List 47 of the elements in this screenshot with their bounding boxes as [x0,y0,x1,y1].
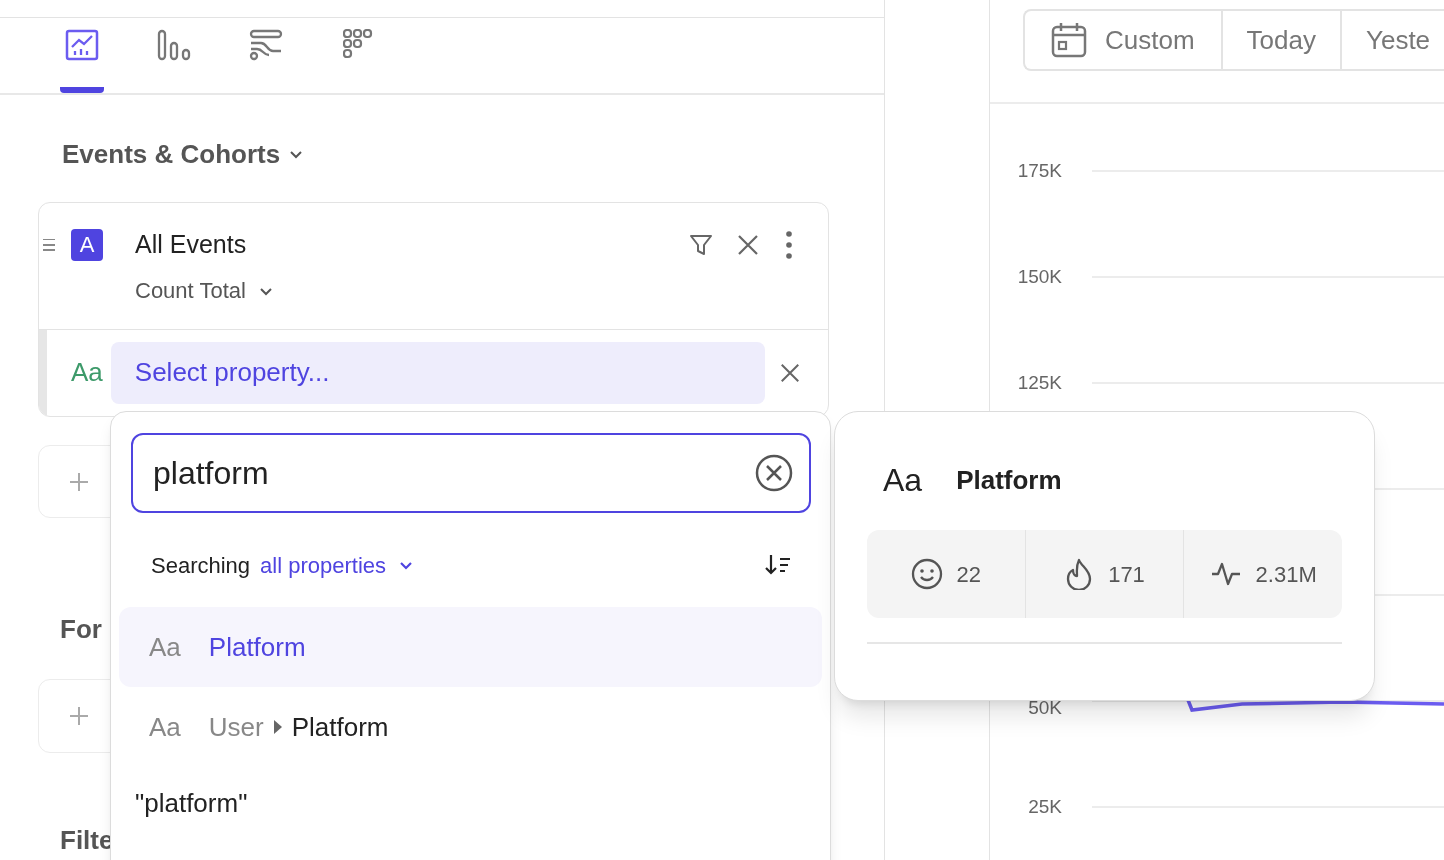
calendar-icon [1051,22,1087,58]
scope-label: Searching [151,551,251,580]
stat-value: 22 [956,560,982,589]
event-name[interactable]: All Events [135,226,247,264]
caret-icon [273,720,282,734]
axis-label: 150K [1017,265,1062,287]
type-label: Aa [71,356,103,390]
stat-value: 171 [1108,560,1145,589]
drag-handle-icon[interactable] [43,238,55,251]
section-title: Filte [60,824,114,857]
close-icon[interactable] [736,232,760,257]
event-badge: A [71,228,103,261]
close-icon[interactable] [778,361,801,384]
date-range-button[interactable]: Yeste [1341,11,1444,69]
axis-label: 175K [1017,159,1062,181]
axis-label: 25K [1028,795,1062,817]
sort-icon[interactable] [764,553,792,577]
activity-icon [1209,560,1242,588]
type-label: Aa [149,630,181,664]
search-field[interactable]: platform [131,433,811,513]
plus-icon [69,706,89,727]
line-chart-icon [65,28,99,61]
flows-icon [249,28,283,61]
section-title: Events & Cohorts [62,137,281,171]
axis-label: 125K [1017,371,1062,393]
search-term: "platform" [135,786,248,820]
type-label: Aa [149,710,181,744]
plus-icon [69,471,89,492]
date-range-button[interactable]: Today [1222,11,1342,69]
axis-label: 50K [1028,696,1062,718]
type-label: Aa [883,461,923,500]
stat-value: 2.31M [1255,560,1317,589]
parent-label: User [208,710,264,744]
smile-icon [910,558,943,590]
more-icon[interactable] [786,230,792,259]
date-range-button[interactable]: Custom [1025,11,1223,69]
clear-icon[interactable] [755,454,793,492]
scope-dropdown[interactable]: all properties [260,548,387,582]
property-name: Platform [291,710,389,744]
aggregation-dropdown[interactable]: Count Total [135,274,246,308]
section-title: For [60,613,102,647]
result-item[interactable]: Aa Platform [119,607,822,687]
bar-chart-icon [157,28,191,61]
retention-grid-icon [343,28,373,59]
property-select[interactable]: Select property... [110,341,765,404]
property-name: Platform [208,630,306,664]
property-name: Platform [956,463,1062,497]
